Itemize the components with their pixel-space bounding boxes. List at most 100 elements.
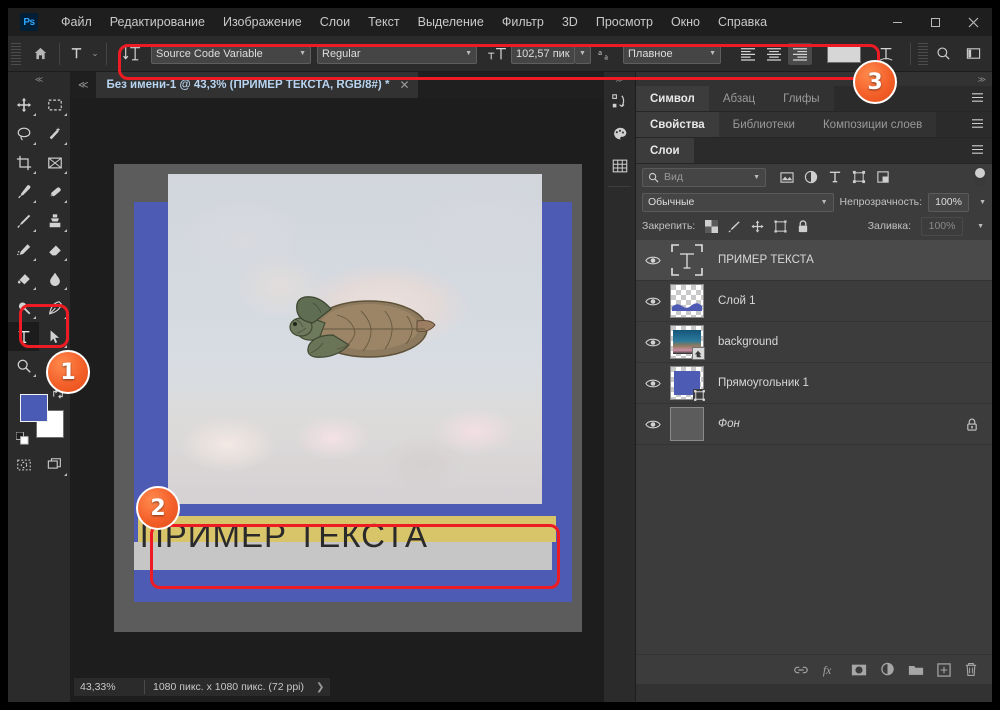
fill-input[interactable]: 100%: [921, 216, 964, 236]
document-tab[interactable]: Без имени-1 @ 43,3% (ПРИМЕР ТЕКСТА, RGB/…: [96, 72, 419, 98]
chevron-down-icon[interactable]: ▼: [979, 199, 986, 206]
tab-libraries[interactable]: Библиотеки: [719, 112, 809, 137]
type-tool-icon[interactable]: [64, 41, 88, 67]
move-tool[interactable]: [8, 90, 39, 119]
chevron-down-icon[interactable]: ▼: [977, 223, 984, 230]
lock-position-icon[interactable]: [751, 219, 764, 233]
tab-layers[interactable]: Слои: [636, 138, 694, 163]
new-layer-icon[interactable]: [937, 662, 951, 677]
gradient-tool[interactable]: [8, 264, 39, 293]
table-row[interactable]: Фон: [636, 404, 992, 445]
frame-tool[interactable]: [39, 148, 70, 177]
gradients-icon[interactable]: [604, 150, 636, 182]
menu-item-help[interactable]: Справка: [709, 8, 776, 36]
layer-name[interactable]: Фон: [718, 418, 740, 430]
history-icon[interactable]: [604, 86, 636, 118]
new-group-icon[interactable]: [908, 663, 924, 676]
zoom-tool[interactable]: [8, 351, 39, 380]
layer-visibility-toggle[interactable]: [636, 296, 670, 307]
font-family-select[interactable]: Source Code Variable ▼: [151, 43, 311, 64]
tab-glyphs[interactable]: Глифы: [769, 86, 833, 111]
shape-filter-icon[interactable]: [852, 170, 866, 184]
workspace-icon[interactable]: [958, 41, 988, 67]
tab-layer-comps[interactable]: Композиции слоев: [809, 112, 936, 137]
dock-collapse-button[interactable]: ≫: [636, 72, 992, 86]
tab-paragraph[interactable]: Абзац: [709, 86, 769, 111]
lock-image-icon[interactable]: [728, 220, 741, 233]
maximize-button[interactable]: [916, 8, 954, 36]
swatches-icon[interactable]: [604, 118, 636, 150]
menu-item-window[interactable]: Окно: [662, 8, 709, 36]
adjustment-filter-icon[interactable]: [804, 170, 818, 184]
canvas-text[interactable]: ПРИМЕР ТЕКСТА: [140, 517, 428, 555]
healing-brush-tool[interactable]: [39, 177, 70, 206]
type-tool-preset-caret-icon[interactable]: ⌄: [88, 41, 102, 67]
blur-tool[interactable]: [39, 264, 70, 293]
clone-stamp-tool[interactable]: [39, 206, 70, 235]
font-size-input[interactable]: 102,57 пик: [511, 43, 575, 64]
foreground-color-swatch[interactable]: [20, 394, 48, 422]
quick-selection-tool[interactable]: [39, 119, 70, 148]
menu-item-edit[interactable]: Редактирование: [101, 8, 214, 36]
table-row[interactable]: Слой 1: [636, 281, 992, 322]
tab-properties[interactable]: Свойства: [636, 112, 719, 137]
marquee-tool[interactable]: [39, 90, 70, 119]
lock-transparency-icon[interactable]: [705, 219, 719, 233]
layer-style-icon[interactable]: fx: [822, 663, 838, 677]
layer-visibility-toggle[interactable]: [636, 419, 670, 430]
lock-all-icon[interactable]: [797, 219, 809, 233]
layer-filter-select[interactable]: Вид ▼: [642, 167, 766, 187]
blend-mode-select[interactable]: Обычные ▼: [642, 192, 834, 212]
zoom-level[interactable]: 43,33%: [80, 681, 136, 693]
search-icon[interactable]: [928, 41, 958, 67]
layer-name[interactable]: background: [718, 336, 778, 348]
font-style-select[interactable]: Regular ▼: [317, 43, 477, 64]
options-right-grip[interactable]: [918, 42, 928, 65]
options-bar-grip[interactable]: [11, 42, 21, 65]
home-icon[interactable]: [25, 41, 55, 67]
layer-thumbnail-photo[interactable]: [670, 325, 705, 360]
align-left-icon[interactable]: [736, 43, 760, 65]
layer-name[interactable]: ПРИМЕР ТЕКСТА: [718, 254, 814, 266]
link-layers-icon[interactable]: [793, 664, 809, 676]
tools-collapse-button[interactable]: ≪: [8, 72, 70, 86]
text-color-swatch[interactable]: [827, 44, 861, 63]
close-button[interactable]: [954, 8, 992, 36]
crop-tool[interactable]: [8, 148, 39, 177]
layer-thumbnail-text[interactable]: [670, 243, 704, 277]
menu-item-layers[interactable]: Слои: [311, 8, 359, 36]
adjustment-layer-icon[interactable]: [880, 662, 895, 677]
tab-character[interactable]: Символ: [636, 86, 709, 111]
menu-item-view[interactable]: Просмотр: [587, 8, 662, 36]
text-layer-on-canvas[interactable]: ПРИМЕР ТЕКСТА: [134, 516, 572, 572]
type-tool[interactable]: [8, 322, 39, 351]
smart-object-filter-icon[interactable]: [876, 170, 890, 184]
align-center-icon[interactable]: [762, 43, 786, 65]
panel-menu-icon[interactable]: [971, 92, 984, 103]
default-colors-icon[interactable]: [16, 432, 29, 445]
artboard[interactable]: ПРИМЕР ТЕКСТА: [114, 164, 582, 632]
pen-tool[interactable]: [39, 293, 70, 322]
eraser-tool[interactable]: [39, 235, 70, 264]
anti-alias-select[interactable]: Плавное ▼: [623, 43, 721, 64]
layer-visibility-toggle[interactable]: [636, 255, 670, 266]
layer-thumbnail-wave[interactable]: [670, 284, 704, 318]
table-row[interactable]: Прямоугольник 1: [636, 363, 992, 404]
eyedropper-tool[interactable]: [8, 177, 39, 206]
minimize-button[interactable]: [878, 8, 916, 36]
lock-artboard-icon[interactable]: [774, 219, 787, 233]
layer-thumbnail-background[interactable]: [670, 407, 704, 441]
panel-menu-icon[interactable]: [971, 118, 984, 129]
align-right-icon[interactable]: [788, 42, 812, 65]
filter-toggle-switch[interactable]: [974, 167, 986, 187]
table-row[interactable]: background: [636, 322, 992, 363]
quick-mask-button[interactable]: [8, 450, 39, 479]
dodge-tool[interactable]: [8, 293, 39, 322]
chevron-right-icon[interactable]: ❯: [316, 682, 324, 693]
type-filter-icon[interactable]: [828, 170, 842, 184]
layer-name[interactable]: Прямоугольник 1: [718, 377, 809, 389]
menu-item-image[interactable]: Изображение: [214, 8, 311, 36]
document-collapse-button[interactable]: ≪: [70, 80, 96, 91]
opacity-input[interactable]: 100%: [928, 192, 970, 212]
path-selection-tool[interactable]: [39, 322, 70, 351]
